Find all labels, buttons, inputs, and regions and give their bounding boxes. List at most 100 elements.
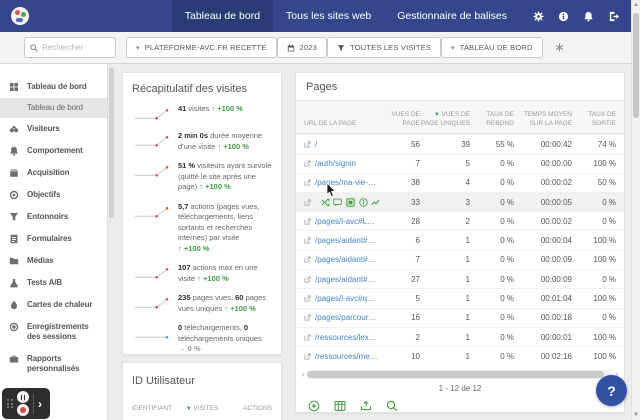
matomo-logo[interactable] xyxy=(11,7,29,25)
sidebar-item-icon xyxy=(9,212,19,222)
page-url-link[interactable]: /auth/signin xyxy=(315,159,356,168)
unique-pageviews-value: 1 xyxy=(465,294,470,304)
column-header[interactable]: TAUX DE SORTIE xyxy=(572,111,616,128)
page-url-link[interactable]: /pages/aidant#Mes-formations xyxy=(315,275,378,284)
page-url-link[interactable]: /pages/l-avc#qu-est-ce-qu-un-AVC xyxy=(315,294,378,303)
sparkline-chart xyxy=(132,296,172,311)
user-id-column-header[interactable]: VISITES xyxy=(179,405,226,412)
signout-icon[interactable] xyxy=(601,0,626,32)
expand-chevron-icon[interactable]: › xyxy=(38,397,42,411)
stat-text: 51 % visiteurs ayant survolé (quitté le … xyxy=(178,161,272,193)
visit-stat-row: 51 % visiteurs ayant survolé (quitté le … xyxy=(132,161,272,193)
sidebar-item[interactable]: Comportement xyxy=(0,140,107,162)
external-link-icon xyxy=(304,353,311,360)
column-header[interactable]: TEMPS MOYEN SUR LA PAGE xyxy=(514,111,572,128)
transitions-icon[interactable] xyxy=(321,198,330,207)
sidebar-item[interactable]: Formulaires xyxy=(0,228,107,250)
stat-change-badge: 0 % xyxy=(178,344,201,353)
alert-bell-icon[interactable] xyxy=(576,0,601,32)
unique-pageviews-value: 4 xyxy=(465,178,470,188)
record-stop-button[interactable] xyxy=(17,404,29,416)
export-icon[interactable] xyxy=(360,400,372,412)
drag-handle-icon[interactable] xyxy=(7,399,14,408)
export-image-icon[interactable] xyxy=(308,400,320,412)
window-scrollbar[interactable]: ▲ ▼ xyxy=(631,0,640,420)
table-row: /pages/ma-vie-apre 33 3 0 % 00:00:05 0 % xyxy=(296,191,624,212)
search-box[interactable] xyxy=(24,37,116,58)
table-row: / 56 39 55 % 00:00:42 74 % xyxy=(296,134,624,153)
page-url-link[interactable]: /ressources/lexique#Handicap-Invisi... xyxy=(315,333,378,342)
pageviews-value: 33 xyxy=(411,197,420,207)
horizontal-scrollbar[interactable]: ‹ › xyxy=(302,369,618,379)
column-header[interactable]: VUES DE PAGE xyxy=(378,111,420,128)
external-link-icon xyxy=(304,237,311,244)
site-selector-button[interactable]: ▾ PLATEFORME-AVC.FR RECETTE xyxy=(126,37,277,58)
sidebar-item[interactable]: Objectifs xyxy=(0,184,107,206)
pin-icon[interactable] xyxy=(555,39,564,57)
sidebar-item[interactable]: Enregistrements des sessions xyxy=(0,316,107,348)
date-range-button[interactable]: 2023 xyxy=(276,37,328,58)
gear-icon[interactable] xyxy=(526,0,551,32)
sidebar-item[interactable]: Tableau de bord xyxy=(0,76,107,98)
table-icon[interactable] xyxy=(334,400,346,412)
segment-bubble-icon[interactable] xyxy=(333,198,342,207)
sparkline-chart xyxy=(132,326,172,341)
sidebar-item[interactable]: Visiteurs xyxy=(0,118,107,140)
pageviews-value: 38 xyxy=(411,178,420,188)
stat-text: 2 min 0s durée moyenne d'une visite +100… xyxy=(178,131,272,152)
unique-pageviews-value: 1 xyxy=(465,332,470,342)
table-row: /pages/l-avc#Les-causes-de-l'AVC 28 2 0 … xyxy=(296,211,624,230)
sidebar-item[interactable]: Tests A/B xyxy=(0,272,107,294)
user-id-column-header[interactable]: IDENTIFIANT xyxy=(132,405,179,412)
record-icon xyxy=(20,407,26,413)
sidebar-item[interactable]: Médias xyxy=(0,250,107,272)
bounce-rate-value: 0 % xyxy=(500,158,514,168)
page-url-link[interactable]: /pages/aidant#Ma-vie-quotidienne xyxy=(315,236,378,245)
bounce-rate-value: 0 % xyxy=(500,236,514,246)
sidebar-item-label: Enregistrements des sessions xyxy=(27,322,89,341)
page-url-link[interactable]: /pages/parcours-de-l-hopital-au-do... xyxy=(315,313,378,322)
page-url-link[interactable]: /ressources/mediatheque xyxy=(315,352,378,361)
info-circle-icon[interactable] xyxy=(359,197,368,207)
column-header[interactable]: VUES DE PAGE UNIQUES xyxy=(420,111,470,128)
column-header[interactable]: URL DE LA PAGE xyxy=(304,120,378,128)
sidebar-item-icon xyxy=(9,190,19,200)
page-url-link[interactable]: /pages/aidant#mes-aides-financiere... xyxy=(315,255,378,264)
user-id-column-header[interactable]: ACTIONS xyxy=(225,405,272,412)
topbar-icon-group xyxy=(526,0,626,32)
pause-button[interactable] xyxy=(17,391,29,403)
column-header[interactable]: TAUX DE REBOND xyxy=(470,111,514,128)
page-url-link[interactable]: /pages/ma-vie-apres-l-avc/gestion-... xyxy=(315,178,378,187)
avg-time-value: 00:00:05 xyxy=(540,197,572,207)
table-row: /pages/l-avc#qu-est-ce-qu-un-AVC 5 1 0 %… xyxy=(296,288,624,307)
sidebar-item[interactable]: Acquisition xyxy=(0,162,107,184)
sidebar-item[interactable]: Tableau de bord xyxy=(0,98,107,118)
pagination-label: 1 - 12 de 12 xyxy=(438,383,482,393)
topbar-nav-item[interactable]: Tableau de bord xyxy=(171,0,274,32)
scrollbar-thumb[interactable] xyxy=(306,370,605,378)
sidebar-item[interactable]: Entonnoirs xyxy=(0,206,107,228)
sidebar-item[interactable]: Cartes de chaleur xyxy=(0,294,107,316)
visits-summary-title: Récapitulatif des visites xyxy=(132,83,247,95)
external-link-icon xyxy=(304,199,311,206)
search-icon[interactable] xyxy=(386,400,398,412)
sidebar-item[interactable]: Rapports personnalisés xyxy=(0,348,107,380)
table-row: /auth/signin 7 5 0 % 00:00:00 100 % xyxy=(296,153,624,172)
search-input[interactable] xyxy=(42,43,110,52)
topbar-nav-item[interactable]: Gestionnaire de balises xyxy=(384,0,520,32)
page-overlay-icon[interactable] xyxy=(345,196,356,208)
scroll-up-arrow[interactable]: ▲ xyxy=(632,2,640,8)
scroll-down-arrow[interactable]: ▼ xyxy=(632,412,640,418)
dashboard-selector-button[interactable]: ▾ TABLEAU DE BORD xyxy=(441,37,543,58)
scrollbar-thumb[interactable] xyxy=(633,13,639,118)
page-url-link[interactable]: / xyxy=(315,140,317,149)
unique-pageviews-value: 2 xyxy=(465,216,470,226)
page-url-link[interactable]: /pages/l-avc#Les-causes-de-l'AVC xyxy=(315,217,378,226)
info-icon[interactable] xyxy=(551,0,576,32)
topbar-nav-item[interactable]: Tous les sites web xyxy=(273,0,384,32)
scroll-left-arrow[interactable]: ‹ xyxy=(302,370,305,379)
help-button[interactable]: ? xyxy=(596,375,627,406)
sidebar-scrollbar[interactable] xyxy=(108,64,115,420)
pageviews-value: 56 xyxy=(411,139,420,149)
segment-selector-button[interactable]: TOUTES LES VISITES xyxy=(327,37,442,58)
